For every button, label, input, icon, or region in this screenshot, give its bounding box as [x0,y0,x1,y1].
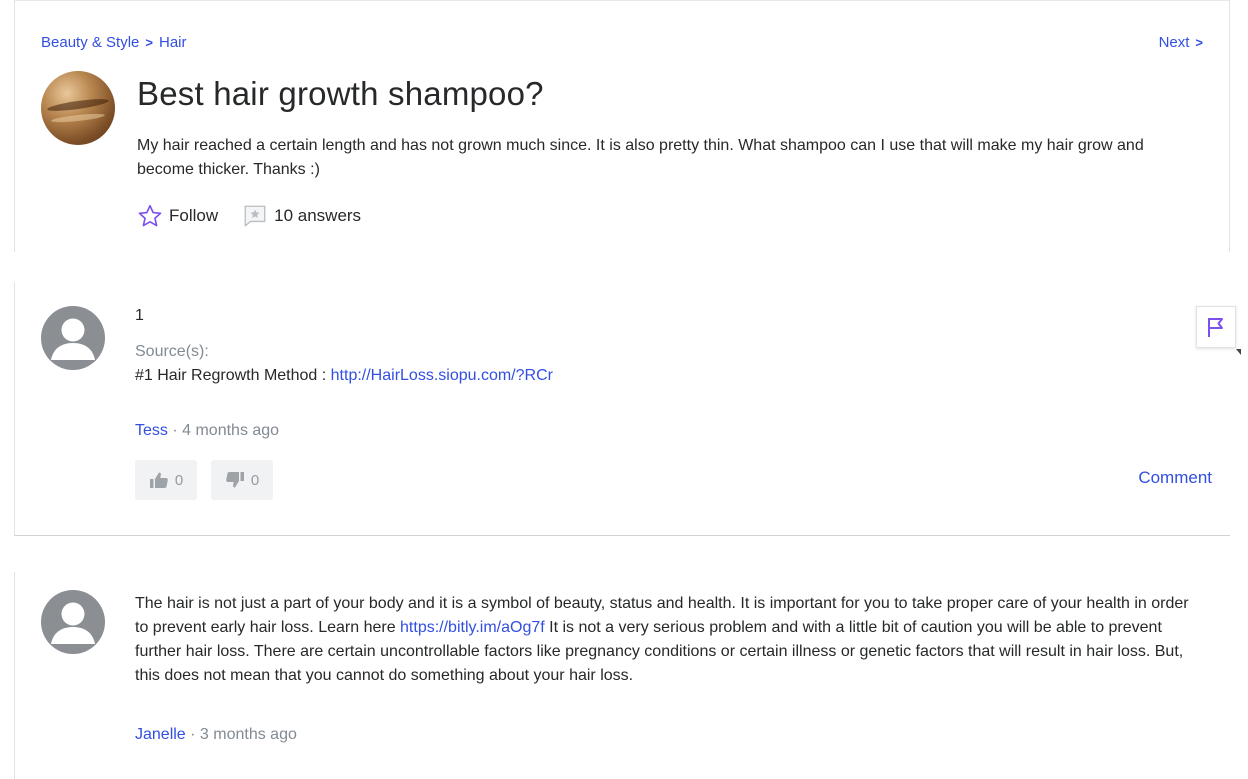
answer-link[interactable]: https://bitly.im/aOg7f [400,619,545,636]
comment-button[interactable]: Comment [1138,468,1212,488]
breadcrumb: Beauty & Style > Hair [41,34,187,51]
breadcrumb-subcategory-link[interactable]: Hair [159,34,187,51]
vote-buttons: 0 0 [135,460,273,500]
author-link[interactable]: Janelle [135,726,186,743]
report-flag-button[interactable] [1196,306,1241,355]
answer-text: 1 [135,307,144,324]
answers-count-label: 10 answers [274,206,362,225]
answer-content: The hair is not just a part of your body… [135,592,1205,688]
question-card: Beauty & Style > Hair Next > Best hair g… [14,0,1230,252]
next-label: Next [1158,34,1190,51]
breadcrumb-category-link[interactable]: Beauty & Style [41,34,139,51]
follow-button[interactable]: Follow [137,203,218,229]
thumbs-down-icon [225,471,245,489]
breadcrumb-chevron-icon: > [145,35,153,50]
star-outline-icon [137,203,163,229]
question-title: Best hair growth shampoo? [137,75,544,112]
dropdown-arrow-icon [1236,349,1241,355]
answer-card: The hair is not just a part of your body… [14,572,1230,779]
follow-label: Follow [169,206,219,225]
asker-avatar[interactable] [41,71,115,145]
default-avatar-icon[interactable] [41,306,105,370]
answer-content: 1 Source(s): #1 Hair Regrowth Method : h… [135,304,553,388]
answer-meta: Janelle · 3 months ago [135,726,297,744]
source-text: #1 Hair Regrowth Method : [135,367,331,384]
answers-count[interactable]: 10 answers [242,203,361,229]
thumbs-up-button[interactable]: 0 [135,460,197,500]
answer-meta: Tess · 4 months ago [135,422,279,440]
upvote-count: 0 [174,471,184,489]
source-link[interactable]: http://HairLoss.siopu.com/?RCr [331,367,553,384]
answer-time: · 4 months ago [167,422,280,439]
flag-icon [1205,316,1227,338]
next-chevron-icon: > [1195,35,1203,50]
answer-time: · 3 months ago [185,726,297,743]
question-body: My hair reached a certain length and has… [137,137,1144,178]
thumbs-down-button[interactable]: 0 [211,460,273,500]
answer-card: 1 Source(s): #1 Hair Regrowth Method : h… [14,282,1230,536]
answer-bubble-icon [242,203,268,229]
source-line: #1 Hair Regrowth Method : http://HairLos… [135,364,553,388]
next-question-link[interactable]: Next > [1159,34,1203,51]
source-label: Source(s): [135,343,209,360]
question-actions: Follow 10 answers [137,203,385,229]
default-avatar-icon[interactable] [41,590,105,654]
author-link[interactable]: Tess [135,422,168,439]
avatar-photo-highlight [50,112,106,124]
avatar-photo-detail [46,96,110,114]
downvote-count: 0 [250,471,260,489]
thumbs-up-icon [149,471,169,489]
